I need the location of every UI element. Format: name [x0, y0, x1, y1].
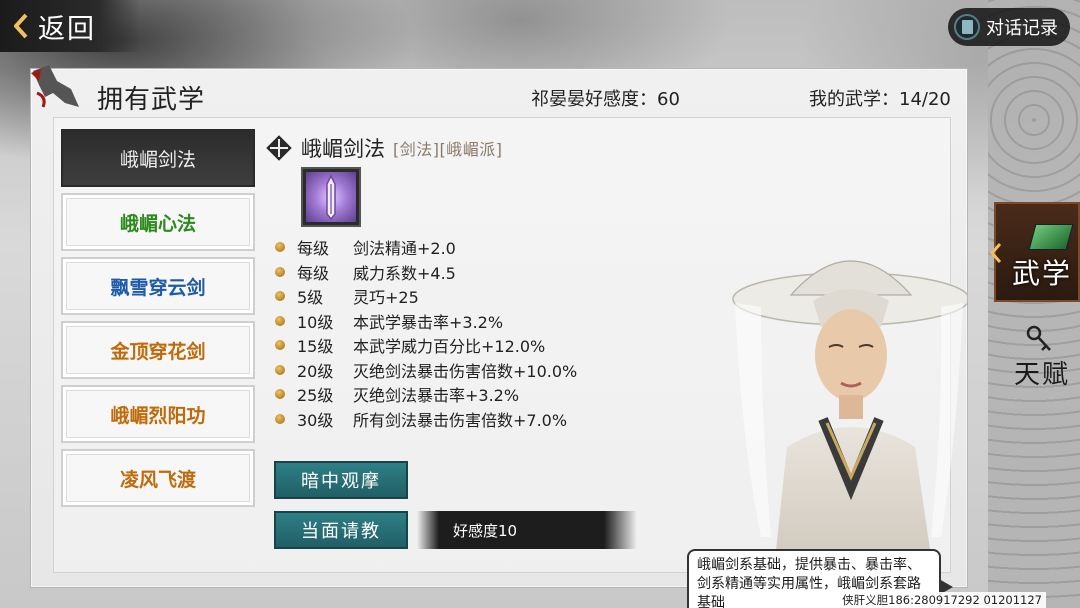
bonus-list: 每级 剑法精通+2.0 每级 威力系数+4.5 5级 灵巧+25 10级 本武学… — [275, 235, 577, 431]
skill-item-lingfeng-feidu[interactable]: 凌风飞渡 — [61, 449, 255, 507]
chevron-left-icon — [14, 13, 28, 39]
bonus-text: 灭绝剑法暴击率+3.2% — [353, 386, 520, 406]
diamond-compass-icon — [266, 135, 292, 161]
book-icon — [954, 14, 980, 40]
skill-item-emei-jianfa[interactable]: 峨嵋剑法 — [61, 129, 255, 187]
tab-wuxue-label: 武学 — [1012, 257, 1073, 290]
bonus-level: 20级 — [297, 361, 334, 381]
panel-title: 拥有武学 — [97, 85, 206, 115]
back-label: 返回 — [38, 13, 96, 45]
observe-secretly-button[interactable]: 暗中观摩 — [274, 461, 408, 499]
bonus-level: 10级 — [297, 312, 334, 332]
bonus-text: 灵巧+25 — [353, 288, 419, 308]
dialog-log-button[interactable]: 对话记录 — [948, 8, 1070, 46]
skill-item-label: 凌风飞渡 — [119, 468, 196, 491]
bonus-row: 25级 灭绝剑法暴击率+3.2% — [275, 382, 577, 407]
bonus-row: 30级 所有剑法暴击伤害倍数+7.0% — [275, 407, 577, 432]
bonus-row: 5级 灵巧+25 — [275, 284, 577, 309]
bonus-row: 20级 灭绝剑法暴击伤害倍数+10.0% — [275, 358, 577, 383]
wuxue-panel: 拥有武学 祁晏晏好感度：60 我的武学：14/20 峨嵋剑法 峨嵋心法 飘雪穿云… — [30, 65, 968, 608]
right-rail-pattern — [988, 0, 1080, 608]
bullet-icon — [275, 413, 285, 424]
bonus-row: 每级 剑法精通+2.0 — [275, 235, 577, 260]
skill-item-label: 峨嵋剑法 — [119, 148, 196, 171]
skill-item-label: 峨嵋烈阳功 — [110, 404, 206, 427]
bullet-icon — [275, 389, 285, 400]
bonus-row: 每级 威力系数+4.5 — [275, 260, 577, 285]
skill-item-jinding-chuanhua-jian[interactable]: 金顶穿花剑 — [61, 321, 255, 379]
bonus-level: 5级 — [297, 288, 324, 308]
favor-level: 祁晏晏好感度：60 — [531, 89, 680, 110]
bonus-text: 剑法精通+2.0 — [353, 239, 456, 259]
character-portrait — [732, 260, 967, 597]
bonus-level: 25级 — [297, 386, 334, 406]
dialog-log-label: 对话记录 — [986, 18, 1058, 39]
skill-item-label: 金顶穿花剑 — [110, 340, 206, 363]
key-talisman-icon — [1026, 325, 1051, 351]
favor-requirement: 好感度10 — [417, 511, 637, 549]
skill-list: 峨嵋剑法 峨嵋心法 飘雪穿云剑 金顶穿花剑 峨嵋烈阳功 凌风飞渡 — [61, 129, 255, 513]
bullet-icon — [275, 364, 285, 375]
back-button[interactable]: 返回 — [0, 0, 140, 52]
bonus-level: 30级 — [297, 410, 334, 430]
bullet-icon — [275, 315, 285, 326]
sword-skill-icon — [301, 167, 361, 227]
tab-tianfu-label: 天赋 — [1014, 360, 1071, 390]
bonus-level: 15级 — [297, 337, 334, 357]
player-id-footer: 侠肝义胆186:280917292 01201127 — [838, 592, 1046, 608]
ask-in-person-button[interactable]: 当面请教 — [274, 511, 408, 549]
tab-wuxue[interactable]: 武学 — [990, 202, 1080, 302]
bonus-row: 10级 本武学暴击率+3.2% — [275, 309, 577, 334]
bonus-text: 本武学威力百分比+12.0% — [353, 337, 546, 357]
bullet-icon — [275, 242, 285, 253]
skill-detail-name: 峨嵋剑法 — [301, 137, 385, 161]
skill-item-emei-xinfa[interactable]: 峨嵋心法 — [61, 193, 255, 251]
bonus-text: 本武学暴击率+3.2% — [353, 312, 504, 332]
skill-item-label: 峨嵋心法 — [119, 212, 196, 235]
bonus-level: 每级 — [297, 263, 330, 283]
my-wuxue-count: 我的武学：14/20 — [809, 89, 951, 110]
skill-item-piaoxue-chuanyun-jian[interactable]: 飘雪穿云剑 — [61, 257, 255, 315]
bullet-icon — [275, 266, 285, 277]
brush-emblem-icon — [31, 65, 79, 108]
chevron-left-icon — [990, 243, 1002, 263]
bonus-text: 威力系数+4.5 — [353, 263, 456, 283]
tab-tianfu[interactable]: 天赋 — [994, 318, 1080, 398]
bullet-icon — [275, 291, 285, 302]
skill-detail-header: 峨嵋剑法 [剑法][峨嵋派] — [265, 133, 502, 163]
bonus-row: 15级 本武学威力百分比+12.0% — [275, 333, 577, 358]
bonus-text: 灭绝剑法暴击伤害倍数+10.0% — [353, 361, 578, 381]
skill-item-emei-lieyang-gong[interactable]: 峨嵋烈阳功 — [61, 385, 255, 443]
bonus-level: 每级 — [297, 239, 330, 259]
jade-book-icon — [1028, 224, 1074, 250]
bullet-icon — [275, 340, 285, 351]
skill-detail-tags: [剑法][峨嵋派] — [393, 140, 503, 159]
skill-item-label: 飘雪穿云剑 — [110, 276, 206, 299]
bonus-text: 所有剑法暴击伤害倍数+7.0% — [353, 410, 568, 430]
